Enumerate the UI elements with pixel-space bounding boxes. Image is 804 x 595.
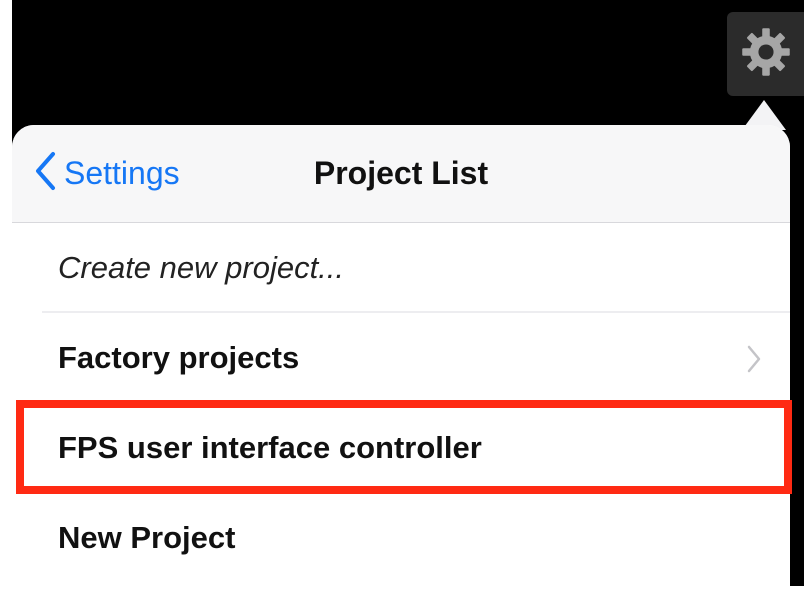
list-item-label: Factory projects [58,340,300,375]
project-list-popover: Settings Project List Create new project… [12,125,790,595]
list-item-label: New Project [58,520,236,555]
navigation-bar: Settings Project List [12,125,790,223]
list-item-label: FPS user interface controller [58,430,482,465]
gear-icon [739,25,793,84]
list-item-factory-projects[interactable]: Factory projects [12,313,790,403]
list-item-fps-user-interface-controller[interactable]: FPS user interface controller [12,403,790,493]
settings-button[interactable] [727,12,804,96]
create-new-project-label: Create new project... [58,250,345,285]
page-title: Project List [313,155,489,191]
create-new-project-item[interactable]: Create new project... [12,223,790,313]
list-item-new-project[interactable]: New Project [12,493,790,583]
